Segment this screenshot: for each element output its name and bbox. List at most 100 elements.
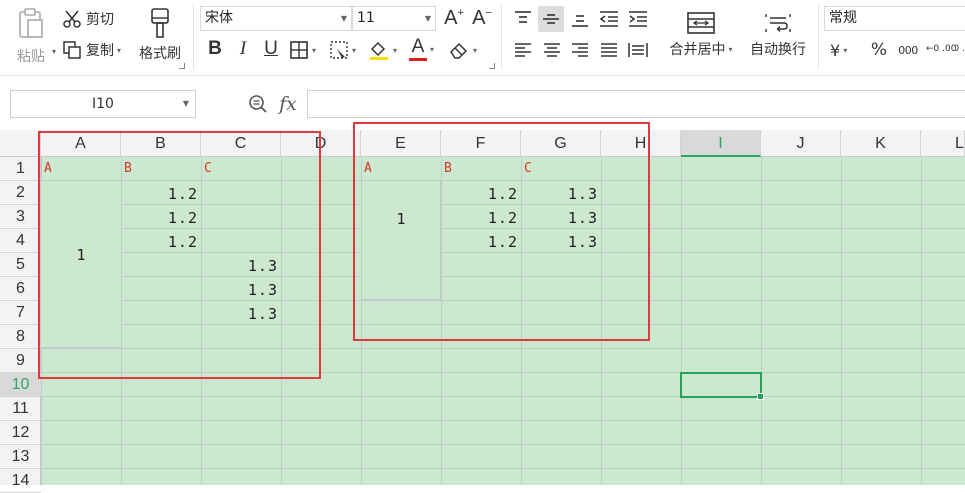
chevron-down-icon: ▾ — [473, 45, 478, 55]
merge-cells-icon — [687, 12, 715, 34]
row-header-bar: 1 2 3 4 5 6 7 8 9 10 11 12 13 14 — [0, 157, 41, 493]
align-center-button[interactable] — [540, 38, 564, 62]
font-name-select[interactable]: 宋体 ▼ — [200, 6, 352, 31]
distributed-align-button[interactable] — [626, 38, 650, 62]
increase-font-icon: A — [444, 6, 458, 29]
row-header[interactable]: 7 — [0, 301, 41, 325]
name-box[interactable]: I10 ▼ — [10, 90, 196, 118]
paste-icon — [19, 8, 43, 38]
row-header[interactable]: 9 — [0, 349, 41, 373]
copy-dropdown-icon[interactable]: ▾ — [117, 46, 121, 55]
wrap-text-label: 自动换行 — [750, 42, 806, 58]
thousands-button[interactable]: 000 — [896, 38, 920, 62]
name-box-value: I10 — [92, 96, 114, 112]
column-header-selected[interactable]: I — [681, 130, 761, 157]
row-header[interactable]: 11 — [0, 397, 41, 421]
decrease-font-button[interactable]: A − — [471, 6, 493, 30]
column-header[interactable]: L — [921, 130, 965, 157]
number-format-value: 常规 — [829, 10, 857, 26]
align-right-button[interactable] — [568, 38, 592, 62]
formula-input[interactable] — [307, 90, 965, 118]
column-header[interactable]: J — [761, 130, 841, 157]
increase-decimal-button[interactable]: ←0 .00 — [925, 36, 956, 62]
thousands-separator-icon: 000 — [898, 43, 918, 57]
chevron-down-icon: ▾ — [352, 45, 357, 55]
zoom-formula-button[interactable] — [247, 93, 269, 115]
row-header[interactable]: 4 — [0, 229, 41, 253]
magnifier-icon — [249, 95, 267, 113]
align-bottom-button[interactable] — [568, 7, 592, 31]
italic-button[interactable]: I — [232, 37, 254, 61]
format-painter-icon — [151, 8, 169, 38]
percent-button[interactable]: % — [869, 38, 889, 62]
clipboard-group-expand-icon[interactable] — [179, 63, 185, 69]
justify-icon — [601, 43, 617, 57]
cut-label: 剪切 — [86, 12, 114, 28]
decrease-decimal-icon: 0 .0 — [955, 43, 965, 54]
ribbon-toolbar: 粘贴 ▾ 剪切 复制 ▾ 格式刷 宋体 ▼ 11 ▼ A + A − B I U… — [0, 0, 965, 76]
scissors-icon — [63, 10, 81, 28]
cell-style-icon — [330, 41, 348, 59]
fx-icon: fx — [279, 93, 297, 115]
active-cell-I10[interactable] — [680, 372, 764, 400]
row-header[interactable]: 2 — [0, 181, 41, 205]
cell-style-button[interactable]: ▾ — [329, 38, 356, 62]
select-all-corner[interactable] — [0, 130, 41, 157]
justify-button[interactable] — [597, 38, 621, 62]
row-header[interactable]: 8 — [0, 325, 41, 349]
increase-indent-button[interactable] — [626, 7, 650, 31]
bold-button[interactable]: B — [203, 37, 227, 61]
font-size-select[interactable]: 11 ▼ — [352, 6, 436, 31]
row-header[interactable]: 1 — [0, 157, 41, 181]
insert-function-button[interactable]: fx — [276, 91, 300, 117]
increase-font-button[interactable]: A + — [443, 6, 465, 30]
merge-center-label: 合并居中 — [669, 42, 726, 58]
clear-format-button[interactable]: ▾ — [448, 38, 477, 62]
font-color-icon: A — [411, 35, 425, 57]
chevron-down-icon: ▾ — [430, 44, 435, 54]
eraser-icon — [450, 42, 468, 59]
chevron-down-icon: ▾ — [728, 44, 733, 54]
borders-button[interactable]: ▾ — [289, 38, 316, 62]
decrease-indent-button[interactable] — [597, 7, 621, 31]
paste-button[interactable]: 粘贴 — [8, 4, 54, 70]
row-header[interactable]: 5 — [0, 253, 41, 277]
align-top-icon — [515, 11, 531, 23]
column-header[interactable]: K — [841, 130, 921, 157]
underline-button[interactable]: U — [259, 37, 283, 61]
decrease-decimal-button[interactable]: 0 .0 — [955, 36, 965, 62]
chevron-down-icon: ▼ — [340, 14, 347, 23]
wrap-text-button[interactable]: 自动换行 — [745, 6, 811, 64]
row-header[interactable]: 13 — [0, 445, 41, 469]
align-top-button[interactable] — [511, 7, 535, 31]
row-header[interactable]: 3 — [0, 205, 41, 229]
merge-center-button[interactable]: 合并居中 ▾ — [664, 6, 738, 64]
chevron-down-icon[interactable]: ▼ — [183, 91, 189, 117]
paste-dropdown-icon[interactable]: ▾ — [52, 47, 56, 56]
highlight-box-left-table — [38, 131, 321, 379]
row-header[interactable]: 6 — [0, 277, 41, 301]
row-header[interactable]: 14 — [0, 469, 41, 493]
align-middle-button[interactable] — [538, 6, 564, 32]
fill-bucket-icon — [370, 41, 388, 60]
cut-button[interactable]: 剪切 — [62, 8, 114, 30]
indent-icon — [629, 11, 647, 27]
copy-button[interactable]: 复制 ▾ — [62, 39, 121, 61]
paste-label: 粘贴 — [17, 49, 45, 65]
percent-icon: % — [870, 40, 888, 60]
row-header-selected[interactable]: 10 — [0, 373, 41, 397]
fill-color-button[interactable]: ▾ — [368, 38, 397, 62]
italic-icon: I — [239, 38, 247, 59]
highlight-box-right-table — [353, 122, 650, 341]
font-group-expand-icon[interactable] — [489, 63, 495, 69]
chevron-down-icon: ▼ — [424, 14, 431, 23]
row-header[interactable]: 12 — [0, 421, 41, 445]
font-color-button[interactable]: A ▾ — [409, 36, 434, 62]
number-format-select[interactable]: 常规 — [824, 6, 965, 31]
chevron-down-icon: ▾ — [312, 45, 317, 55]
align-left-button[interactable] — [511, 38, 535, 62]
format-painter-button[interactable]: 格式刷 — [134, 4, 186, 66]
copy-icon — [63, 41, 81, 59]
currency-button[interactable]: ¥ ▾ — [830, 38, 847, 62]
divider — [193, 4, 194, 70]
